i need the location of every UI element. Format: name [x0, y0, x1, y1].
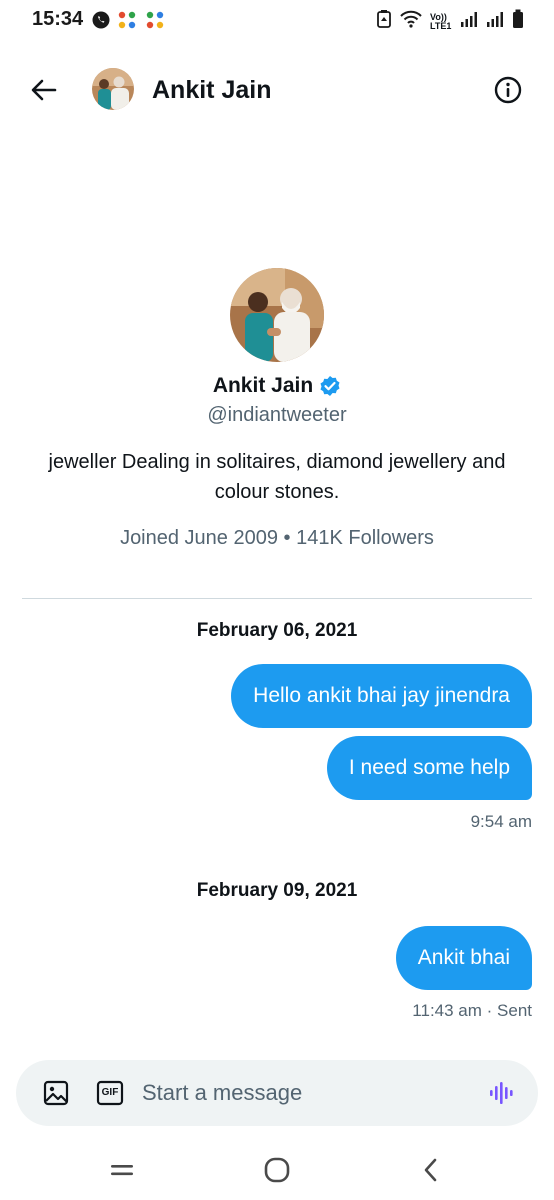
profile-meta: Joined June 2009 • 141K Followers [120, 527, 434, 549]
page-title[interactable]: Ankit Jain [152, 76, 271, 105]
message-timestamp: 9:54 am [470, 812, 532, 831]
voice-message-button[interactable] [488, 1079, 516, 1107]
network-label: Vo)) LTE1 [430, 11, 452, 31]
signal-icon [460, 10, 478, 33]
recent-apps-icon [111, 1165, 133, 1176]
home-circle-icon [264, 1157, 290, 1183]
gif-label: GIF [101, 1087, 119, 1098]
home-button[interactable] [257, 1152, 297, 1188]
voice-waveform-icon [490, 1082, 513, 1104]
profile-card[interactable]: Ankit Jain @indiantweeter jeweller Deali… [0, 268, 554, 550]
system-nav-bar [0, 1140, 554, 1200]
date-separator: February 09, 2021 [196, 880, 358, 901]
gif-button[interactable]: GIF [96, 1080, 124, 1106]
chevron-left-icon [424, 1158, 437, 1182]
signal-icon [486, 10, 504, 33]
profile-name: Ankit Jain [212, 374, 314, 397]
status-system-icons: Vo)) LTE1 [376, 9, 524, 34]
profile-handle: @indiantweeter [207, 404, 347, 426]
battery-icon [512, 9, 524, 34]
profile-avatar[interactable] [230, 268, 324, 362]
recent-apps-button[interactable] [102, 1152, 142, 1188]
status-notification-icons [92, 9, 166, 36]
message-bubble[interactable]: Ankit bhai [395, 926, 532, 990]
arrow-left-icon [31, 79, 57, 101]
divider [22, 598, 532, 599]
status-time: 15:34 [32, 8, 84, 30]
info-circle-icon [494, 76, 522, 104]
avatar[interactable] [92, 68, 134, 110]
message-status: 11:43 am · Sent [412, 1001, 532, 1020]
conversation-header: Ankit Jain [0, 60, 554, 120]
app-notification-icon [144, 9, 166, 36]
message-bubble[interactable]: Hello ankit bhai jay jinendra [231, 664, 532, 728]
message-bubble[interactable]: I need some help [326, 736, 532, 800]
verified-badge-icon [320, 376, 340, 396]
call-icon [92, 11, 110, 34]
app-notification-icon [116, 9, 138, 36]
status-bar: 15:34 Vo)) LTE1 [0, 0, 554, 40]
info-button[interactable] [490, 72, 526, 108]
media-button[interactable] [42, 1079, 70, 1107]
back-button[interactable] [26, 72, 62, 108]
profile-name-row: Ankit Jain [0, 374, 554, 398]
wifi-icon [400, 10, 422, 33]
message-composer: GIF [16, 1060, 538, 1126]
date-separator: February 06, 2021 [196, 620, 358, 641]
image-icon [43, 1080, 69, 1106]
message-input[interactable] [142, 1075, 472, 1111]
data-saver-icon [376, 9, 392, 34]
profile-bio: jeweller Dealing in solitaires, diamond … [48, 451, 506, 503]
system-back-button[interactable] [411, 1152, 451, 1188]
